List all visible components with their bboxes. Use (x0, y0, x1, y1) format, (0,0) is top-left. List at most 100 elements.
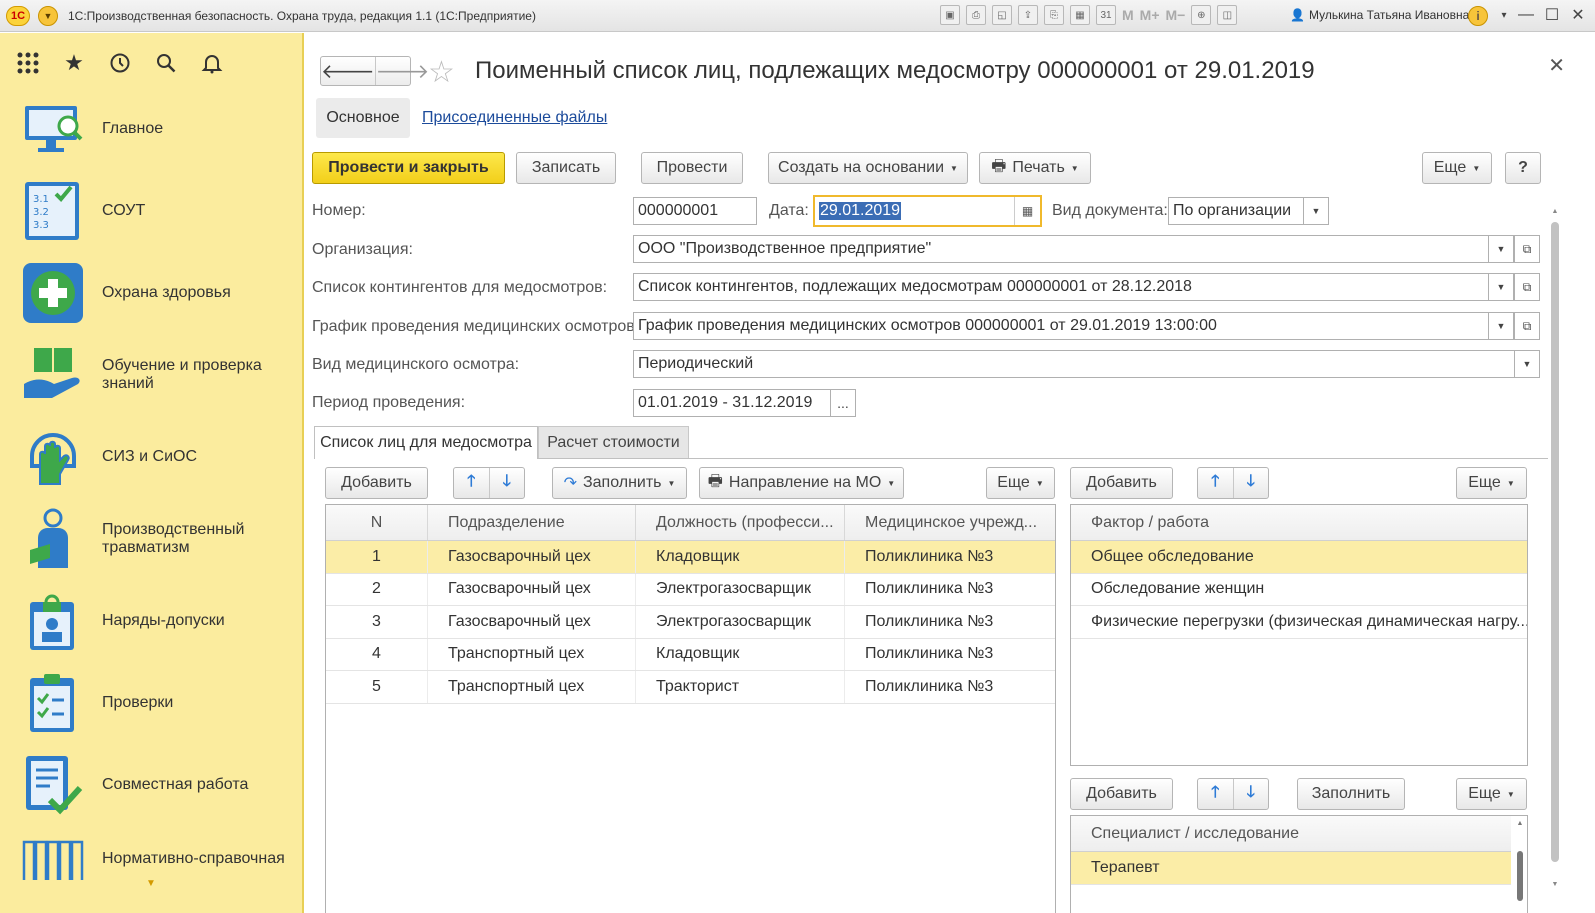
exam-type-dropdown-icon[interactable]: ▼ (1514, 350, 1540, 378)
favorite-star-icon[interactable]: ☆ (428, 55, 455, 90)
period-field[interactable]: 01.01.2019 - 31.12.2019 (633, 389, 831, 417)
scroll-down-icon[interactable]: ▼ (146, 878, 156, 889)
col-factor[interactable]: Фактор / работа (1071, 505, 1527, 540)
col-department[interactable]: Подразделение (428, 505, 636, 540)
scroll-thumb[interactable] (1517, 851, 1523, 901)
back-arrow-icon[interactable]: 🡐 (321, 57, 375, 85)
section-health[interactable]: Охрана здоровья (22, 262, 302, 324)
window-menu-icon[interactable]: ▾ (1492, 4, 1516, 26)
current-user[interactable]: 👤 Мулькина Татьяна Ивановна (1290, 8, 1469, 22)
calendar-icon[interactable]: 31 (1096, 5, 1116, 25)
memory-m-icon[interactable]: M (1122, 7, 1134, 23)
add-person-button[interactable]: Добавить (325, 467, 428, 499)
help-button[interactable]: ? (1505, 152, 1541, 184)
scroll-down-icon[interactable]: ▼ (1546, 881, 1564, 888)
factor-more-button[interactable]: Еще ▼ (1456, 467, 1527, 499)
contingent-field[interactable]: Список контингентов, подлежащих медосмот… (633, 273, 1489, 301)
search-icon[interactable] (154, 51, 178, 75)
app-menu-icon[interactable]: ▼ (38, 5, 58, 26)
table-row[interactable]: 1 Газосварочный цех Кладовщик Поликлиник… (326, 541, 1055, 574)
table-row[interactable]: 4 Транспортный цех Кладовщик Поликлиника… (326, 638, 1055, 671)
move-down-icon[interactable]: 🡓 (1232, 468, 1269, 498)
history-icon[interactable] (108, 51, 132, 75)
schedule-field[interactable]: График проведения медицинских осмотров 0… (633, 312, 1489, 340)
doc-type-dropdown-icon[interactable]: ▼ (1303, 197, 1329, 225)
post-button[interactable]: Провести (641, 152, 743, 184)
exam-type-field[interactable]: Периодический (633, 350, 1515, 378)
section-inspections[interactable]: Проверки (22, 672, 302, 734)
close-icon[interactable]: ✕ (1548, 53, 1565, 78)
fill-button[interactable]: ↷ Заполнить ▼ (552, 467, 687, 499)
post-and-close-button[interactable]: Провести и закрыть (312, 152, 505, 184)
print-button[interactable]: 🖶 Печать ▼ (979, 152, 1091, 184)
favorites-star-icon[interactable]: ★ (62, 50, 86, 75)
schedule-dropdown-icon[interactable]: ▼ (1488, 312, 1514, 340)
minimize-icon[interactable]: — (1514, 4, 1538, 26)
organization-field[interactable]: ООО "Производственное предприятие" (633, 235, 1489, 263)
left-more-button[interactable]: Еще ▼ (986, 467, 1055, 499)
direction-button[interactable]: 🖶 Направление на МО ▼ (699, 467, 904, 499)
add-factor-button[interactable]: Добавить (1070, 467, 1173, 499)
section-ppe[interactable]: СИЗ и СиОС (22, 426, 302, 488)
more-button[interactable]: Еще ▼ (1422, 152, 1492, 184)
move-down-icon[interactable]: 🡓 (1232, 779, 1269, 809)
window-close-icon[interactable]: ✕ (1566, 4, 1590, 26)
zoom-icon[interactable]: ⊕ (1191, 5, 1212, 25)
forward-arrow-icon[interactable]: 🡒 (374, 57, 429, 85)
table-row[interactable]: 2 Газосварочный цех Электрогазосварщик П… (326, 573, 1055, 606)
schedule-open-icon[interactable]: ⧉ (1514, 312, 1540, 340)
table-row[interactable]: 3 Газосварочный цех Электрогазосварщик П… (326, 606, 1055, 639)
info-icon[interactable]: i (1468, 6, 1488, 26)
section-sout[interactable]: 3.1 3.2 3.3 СОУТ (22, 180, 302, 242)
table-row[interactable]: 5 Транспортный цех Тракторист Поликлиник… (326, 671, 1055, 704)
table-row[interactable]: Физические перегрузки (физическая динами… (1071, 606, 1527, 639)
table-row[interactable]: Обследование женщин (1071, 574, 1527, 606)
move-up-icon[interactable]: 🡑 (1198, 468, 1233, 498)
table-row[interactable]: Общее обследование (1071, 541, 1527, 574)
section-training[interactable]: Обучение и проверка знаний (22, 344, 302, 406)
tab-persons-list[interactable]: Список лиц для медосмотра (314, 426, 538, 459)
scroll-up-icon[interactable]: ▲ (1546, 208, 1564, 215)
section-main[interactable]: Главное (22, 98, 302, 160)
specialist-more-button[interactable]: Еще ▼ (1456, 778, 1527, 810)
specialists-scrollbar[interactable]: ▲ (1515, 820, 1525, 912)
save-icon[interactable]: ▣ (940, 5, 960, 25)
create-based-on-button[interactable]: Создать на основании ▼ (768, 152, 968, 184)
tab-attached-files[interactable]: Присоединенные файлы (422, 109, 607, 127)
number-field[interactable]: 000000001 (633, 197, 757, 225)
col-position[interactable]: Должность (професси... (636, 505, 845, 540)
scroll-up-icon[interactable]: ▲ (1515, 820, 1525, 827)
memory-plus-icon[interactable]: M+ (1140, 7, 1160, 23)
date-field[interactable]: 29.01.2019 ▦ (813, 195, 1042, 227)
memory-minus-icon[interactable]: M− (1166, 7, 1186, 23)
save-button[interactable]: Записать (516, 152, 616, 184)
organization-open-icon[interactable]: ⧉ (1514, 235, 1540, 263)
section-reference[interactable]: Нормативно-справочная (22, 836, 302, 880)
tab-main[interactable]: Основное (316, 98, 410, 138)
col-medical-institution[interactable]: Медицинское учрежд... (845, 505, 1054, 540)
upload-icon[interactable]: ⇪ (1018, 5, 1038, 25)
organization-dropdown-icon[interactable]: ▼ (1488, 235, 1514, 263)
period-select-button[interactable]: ... (830, 389, 856, 417)
move-up-icon[interactable]: 🡑 (1198, 779, 1233, 809)
doc-type-field[interactable]: По организации (1168, 197, 1304, 225)
maximize-icon[interactable]: ☐ (1540, 4, 1564, 26)
preview-icon[interactable]: ◱ (992, 5, 1012, 25)
specialist-fill-button[interactable]: Заполнить (1297, 778, 1405, 810)
all-functions-icon[interactable] (16, 51, 40, 75)
section-injuries[interactable]: Производственный травматизм (22, 508, 302, 570)
col-n[interactable]: N (326, 505, 428, 540)
calendar-icon[interactable]: ▦ (1014, 197, 1040, 225)
calculator-icon[interactable]: ▦ (1070, 5, 1090, 25)
print-copy-icon[interactable]: ⎘ (1044, 5, 1064, 25)
print-icon[interactable]: ⎙ (966, 5, 986, 25)
section-collaboration[interactable]: Совместная работа (22, 754, 302, 816)
contingent-open-icon[interactable]: ⧉ (1514, 273, 1540, 301)
table-row[interactable]: Терапевт (1071, 852, 1511, 885)
move-down-icon[interactable]: 🡓 (488, 468, 525, 498)
col-specialist[interactable]: Специалист / исследование (1071, 816, 1511, 851)
move-up-icon[interactable]: 🡑 (454, 468, 489, 498)
app-logo-icon[interactable]: 1С (6, 5, 30, 26)
notifications-bell-icon[interactable] (200, 51, 224, 75)
panel-layout-icon[interactable]: ◫ (1217, 5, 1238, 25)
